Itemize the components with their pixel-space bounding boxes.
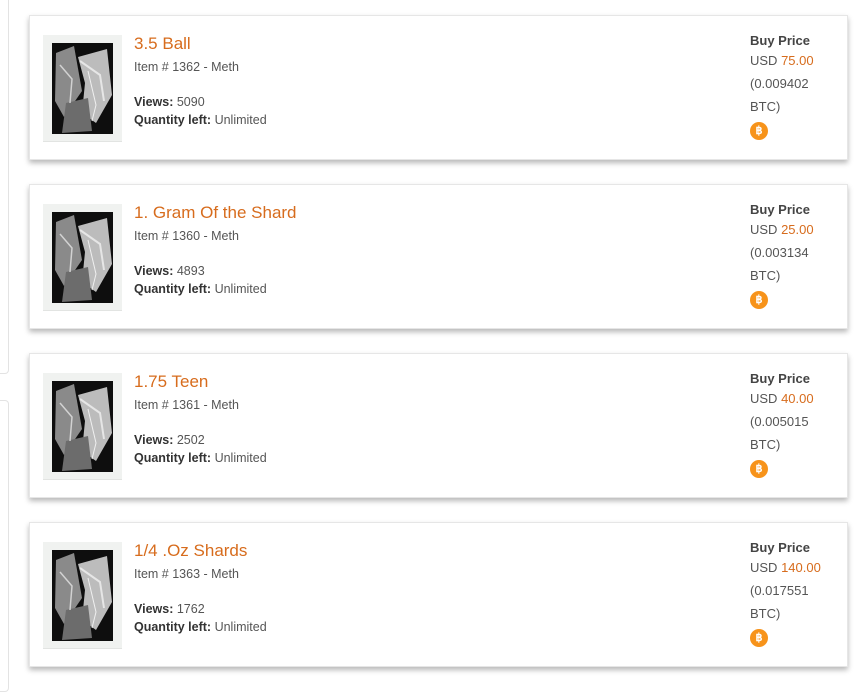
buy-price-label: Buy Price [750,540,810,555]
bitcoin-icon[interactable]: ฿ [750,629,768,647]
views-count: Views: 1762 [134,602,205,616]
views-label: Views: [134,602,174,616]
quantity-label: Quantity left: [134,451,212,465]
listing-title-link[interactable]: 1.75 Teen [134,372,208,392]
usd-price: USD 40.00 [750,387,814,410]
usd-value: 140.00 [781,560,821,575]
product-image [52,212,113,303]
product-image [52,43,113,134]
quantity-label: Quantity left: [134,113,212,127]
views-label: Views: [134,264,174,278]
buy-price-label: Buy Price [750,33,810,48]
usd-price: USD 140.00 [750,556,821,579]
usd-value: 25.00 [781,222,814,237]
price-block: Buy Price USD 75.00 (0.009402 BTC) [750,33,814,118]
quantity-label: Quantity left: [134,620,212,634]
views-value: 4893 [176,264,205,278]
quantity-left: Quantity left: Unlimited [134,113,267,127]
views-count: Views: 4893 [134,264,205,278]
product-thumbnail[interactable] [43,35,122,142]
price-block: Buy Price USD 40.00 (0.005015 BTC) [750,371,814,456]
btc-unit: BTC) [750,437,781,452]
btc-unit: BTC) [750,268,781,283]
price-block: Buy Price USD 25.00 (0.003134 BTC) [750,202,814,287]
product-thumbnail[interactable] [43,373,122,480]
product-thumbnail[interactable] [43,204,122,311]
quantity-value: Unlimited [214,451,267,465]
views-value: 5090 [176,95,205,109]
usd-price: USD 25.00 [750,218,814,241]
listing-card: 3.5 Ball Item # 1362 - Meth Views: 5090 … [29,15,848,160]
usd-value: 75.00 [781,53,814,68]
bitcoin-icon[interactable]: ฿ [750,122,768,140]
views-label: Views: [134,433,174,447]
quantity-value: Unlimited [214,113,267,127]
usd-value: 40.00 [781,391,814,406]
item-number: Item # 1362 - Meth [134,60,239,74]
product-image [52,381,113,472]
item-number: Item # 1360 - Meth [134,229,239,243]
quantity-value: Unlimited [214,282,267,296]
quantity-value: Unlimited [214,620,267,634]
listing-title-link[interactable]: 1. Gram Of the Shard [134,203,297,223]
views-value: 1762 [176,602,205,616]
btc-price: (0.005015 [750,414,809,429]
bitcoin-icon[interactable]: ฿ [750,460,768,478]
sidebar-edge [0,0,10,694]
btc-price: (0.017551 [750,583,809,598]
quantity-left: Quantity left: Unlimited [134,282,267,296]
bitcoin-icon[interactable]: ฿ [750,291,768,309]
views-count: Views: 5090 [134,95,205,109]
btc-unit: BTC) [750,606,781,621]
usd-currency: USD [750,53,778,68]
item-number: Item # 1363 - Meth [134,567,239,581]
listing-card: 1/4 .Oz Shards Item # 1363 - Meth Views:… [29,522,848,667]
btc-price: (0.009402 [750,76,809,91]
views-value: 2502 [176,433,205,447]
views-label: Views: [134,95,174,109]
product-image [52,550,113,641]
listing-card: 1.75 Teen Item # 1361 - Meth Views: 2502… [29,353,848,498]
btc-unit: BTC) [750,99,781,114]
price-block: Buy Price USD 140.00 (0.017551 BTC) [750,540,821,625]
quantity-left: Quantity left: Unlimited [134,451,267,465]
usd-price: USD 75.00 [750,49,814,72]
btc-price: (0.003134 [750,245,809,260]
item-number: Item # 1361 - Meth [134,398,239,412]
quantity-left: Quantity left: Unlimited [134,620,267,634]
usd-currency: USD [750,391,778,406]
sidebar-panel [0,0,9,374]
sidebar-panel [0,400,9,692]
buy-price-label: Buy Price [750,371,810,386]
views-count: Views: 2502 [134,433,205,447]
listing-card: 1. Gram Of the Shard Item # 1360 - Meth … [29,184,848,329]
buy-price-label: Buy Price [750,202,810,217]
product-thumbnail[interactable] [43,542,122,649]
usd-currency: USD [750,560,778,575]
quantity-label: Quantity left: [134,282,212,296]
listing-title-link[interactable]: 3.5 Ball [134,34,191,54]
usd-currency: USD [750,222,778,237]
listing-title-link[interactable]: 1/4 .Oz Shards [134,541,247,561]
